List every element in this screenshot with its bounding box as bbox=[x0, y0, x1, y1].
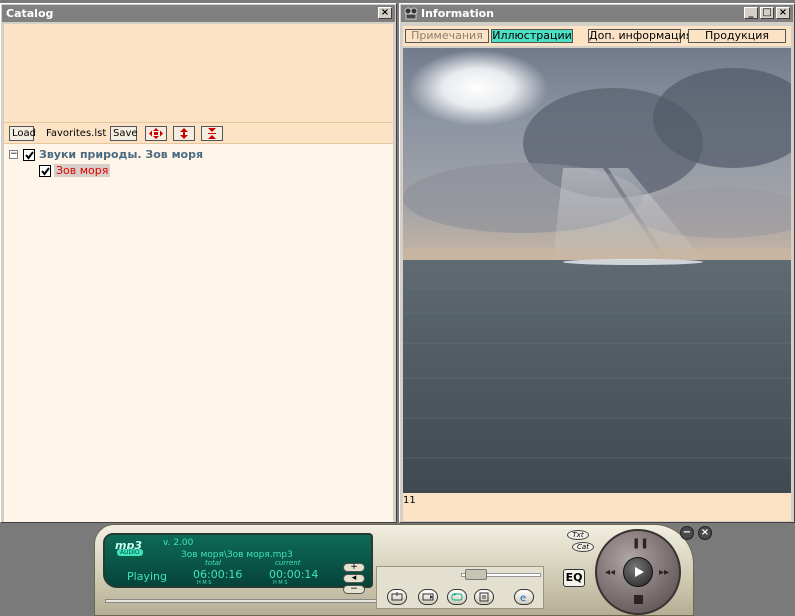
info-status-bar: 11 bbox=[403, 493, 791, 521]
internet-icon[interactable]: e bbox=[514, 589, 534, 605]
rewind-icon[interactable]: ◂◂ bbox=[605, 567, 615, 578]
pause-icon[interactable]: ❚❚ bbox=[632, 538, 649, 549]
tree-root-label: Звуки природы. Зов моря bbox=[39, 148, 204, 161]
eq-button[interactable]: EQ bbox=[563, 569, 585, 587]
load-button[interactable]: Load bbox=[9, 126, 36, 141]
tree-item-child[interactable]: Зов моря bbox=[39, 164, 119, 177]
player-body: mp3 AUDIO v. 2.00 Зов моря\Зов моря.mp3 … bbox=[94, 524, 694, 616]
tab-products[interactable]: Продукция bbox=[688, 29, 786, 43]
information-window: Information _ □ × Примечания Иллюстрации… bbox=[399, 3, 795, 523]
play-button[interactable] bbox=[623, 557, 653, 587]
total-hms: H M S bbox=[197, 580, 212, 586]
player-state: Playing bbox=[127, 570, 167, 583]
txt-button[interactable]: Txt bbox=[567, 530, 589, 540]
volume-down-button[interactable]: − bbox=[343, 585, 365, 594]
save-button[interactable]: Save bbox=[110, 126, 138, 141]
catalog-titlebar[interactable]: Catalog × bbox=[2, 5, 395, 22]
tab-illustrations[interactable]: Иллюстрации bbox=[491, 29, 573, 43]
current-label: current bbox=[275, 559, 301, 567]
player-display: mp3 AUDIO v. 2.00 Зов моря\Зов моря.mp3 … bbox=[103, 533, 373, 588]
collapse-icon[interactable] bbox=[201, 126, 223, 141]
repeat-icon[interactable] bbox=[447, 589, 467, 605]
tree-item-root[interactable]: − Звуки природы. Зов моря bbox=[8, 148, 388, 161]
information-title: Information bbox=[421, 7, 494, 20]
mute-button[interactable]: ◂ bbox=[343, 574, 365, 583]
image-index-label: 11 bbox=[403, 495, 416, 506]
app-icon bbox=[404, 7, 418, 20]
minimize-icon[interactable]: − bbox=[680, 526, 694, 540]
tree-child-label: Зов моря bbox=[54, 164, 111, 177]
transport-dial[interactable]: ❚❚ ◂◂ ▸▸ bbox=[595, 529, 681, 615]
illustration-image bbox=[403, 48, 791, 493]
fast-forward-icon[interactable]: ▸▸ bbox=[659, 567, 669, 578]
total-label: total bbox=[205, 559, 222, 567]
catalog-title: Catalog bbox=[6, 7, 54, 20]
playlist-icon[interactable] bbox=[474, 589, 494, 605]
tab-notes[interactable]: Примечания bbox=[405, 29, 489, 43]
svg-text:e: e bbox=[520, 593, 526, 602]
mp3-logo: mp3 AUDIO bbox=[113, 539, 149, 556]
information-titlebar[interactable]: Information _ □ × bbox=[401, 5, 793, 22]
collapse-toggle-icon[interactable]: − bbox=[9, 150, 18, 159]
mp3-player: mp3 AUDIO v. 2.00 Зов моря\Зов моря.mp3 … bbox=[92, 523, 723, 616]
version-label: v. 2.00 bbox=[163, 538, 194, 548]
prev-button[interactable] bbox=[387, 589, 407, 605]
playlist-file-label: Favorites.lst bbox=[46, 128, 107, 139]
maximize-icon[interactable]: □ bbox=[760, 7, 774, 19]
current-hms: H M S bbox=[273, 580, 288, 586]
stop-icon[interactable] bbox=[634, 595, 643, 604]
catalog-tree: − Звуки природы. Зов моря Зов моря bbox=[4, 144, 393, 522]
seek-bar[interactable] bbox=[105, 599, 377, 603]
catalog-preview-area bbox=[4, 24, 393, 122]
move-up-down-icon[interactable] bbox=[173, 126, 195, 141]
next-button[interactable] bbox=[418, 589, 438, 605]
catalog-window: Catalog × Load Favorites.lst Save − Звук… bbox=[0, 3, 397, 523]
close-icon[interactable]: × bbox=[378, 7, 392, 19]
root-checkbox[interactable] bbox=[23, 149, 35, 161]
move-icon[interactable] bbox=[145, 126, 167, 141]
control-panel: e bbox=[376, 566, 544, 609]
close-icon[interactable]: × bbox=[776, 7, 790, 19]
tab-extra-info[interactable]: Доп. информация bbox=[588, 29, 692, 43]
logo-sub: AUDIO bbox=[117, 549, 143, 556]
child-checkbox[interactable] bbox=[39, 165, 51, 177]
close-icon[interactable]: × bbox=[698, 526, 712, 540]
speaker-icon[interactable] bbox=[465, 569, 487, 580]
minimize-icon[interactable]: _ bbox=[744, 7, 758, 19]
info-tabs: Примечания Иллюстрации Доп. информация П… bbox=[403, 26, 791, 46]
catalog-toolbar: Load Favorites.lst Save bbox=[4, 122, 393, 144]
volume-up-button[interactable]: + bbox=[343, 563, 365, 572]
cat-button[interactable]: Cat bbox=[572, 542, 594, 552]
